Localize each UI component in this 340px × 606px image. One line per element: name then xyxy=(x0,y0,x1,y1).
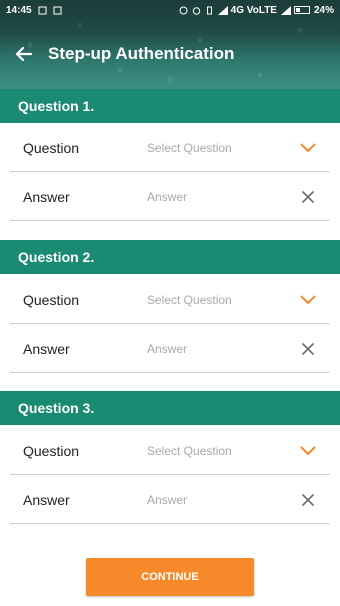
status-bar: 14:45 4G VoLTE 24% xyxy=(0,0,340,20)
answer-field-3[interactable]: Answer Answer xyxy=(10,476,330,524)
answer-label: Answer xyxy=(23,188,70,205)
status-time: 14:45 xyxy=(6,4,32,16)
alarm-icon xyxy=(192,6,201,15)
answer-label: Answer xyxy=(23,340,70,357)
section-header-question-1: Question 1. xyxy=(0,89,340,123)
battery-level: 24% xyxy=(313,4,334,16)
answer-field-1[interactable]: Answer Answer xyxy=(10,173,330,221)
page-title: Step-up Authentication xyxy=(48,44,235,63)
answer-input[interactable]: Answer xyxy=(147,493,286,507)
chevron-down-icon[interactable] xyxy=(286,276,330,324)
chevron-down-icon[interactable] xyxy=(286,124,330,172)
continue-button[interactable]: CONTINUE xyxy=(86,558,254,596)
answer-input[interactable]: Answer xyxy=(147,342,286,356)
signal-icon xyxy=(280,5,291,15)
vibrate-icon xyxy=(205,6,214,15)
clear-icon[interactable] xyxy=(286,173,330,221)
question-label: Question xyxy=(23,291,80,308)
back-button[interactable] xyxy=(0,34,48,74)
silent-icon xyxy=(179,6,188,15)
question-label: Question xyxy=(23,442,80,459)
question-select-3[interactable]: Question Select Question xyxy=(10,427,330,475)
clear-icon[interactable] xyxy=(286,476,330,524)
network-type: 4G VoLTE xyxy=(230,4,277,16)
signal-icon xyxy=(217,5,228,15)
toolbar: Step-up Authentication xyxy=(0,34,340,74)
answer-input[interactable]: Answer xyxy=(147,190,286,204)
question-select-placeholder[interactable]: Select Question xyxy=(147,444,286,458)
notification-icon xyxy=(53,6,62,15)
answer-label: Answer xyxy=(23,491,70,508)
question-select-2[interactable]: Question Select Question xyxy=(10,276,330,324)
question-label: Question xyxy=(23,139,80,156)
question-select-placeholder[interactable]: Select Question xyxy=(147,141,286,155)
question-select-1[interactable]: Question Select Question xyxy=(10,124,330,172)
section-header-question-3: Question 3. xyxy=(0,391,340,425)
answer-field-2[interactable]: Answer Answer xyxy=(10,325,330,373)
app-header: 14:45 4G VoLTE 24% Step-up Authenticatio… xyxy=(0,0,340,89)
section-header-question-2: Question 2. xyxy=(0,240,340,274)
arrow-left-icon xyxy=(15,46,33,62)
battery-icon xyxy=(293,6,310,14)
clear-icon[interactable] xyxy=(286,325,330,373)
question-select-placeholder[interactable]: Select Question xyxy=(147,293,286,307)
notification-icon xyxy=(38,6,47,15)
chevron-down-icon[interactable] xyxy=(286,427,330,475)
